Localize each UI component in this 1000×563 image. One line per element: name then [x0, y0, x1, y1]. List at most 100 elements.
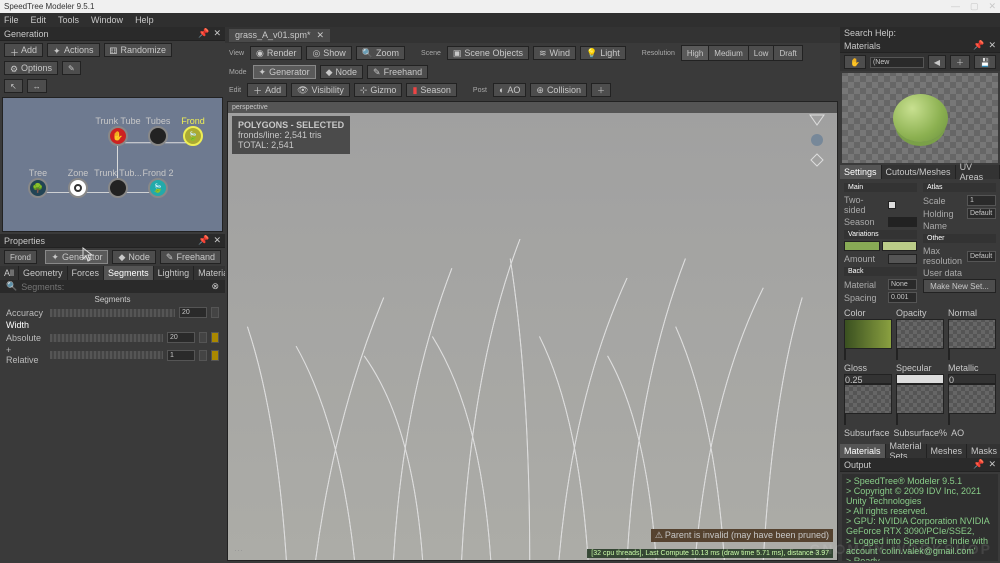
frond-select[interactable]: Frond — [4, 250, 37, 264]
mat-save[interactable]: 💾 — [974, 55, 996, 69]
spec-check[interactable] — [896, 413, 898, 425]
pin-icon[interactable]: 📌 — [973, 459, 984, 470]
show-button[interactable]: ◎Show — [306, 46, 351, 60]
mat-add[interactable]: ＋ — [950, 55, 970, 69]
scene-objects-button[interactable]: ▣Scene Objects — [447, 46, 529, 60]
panel-close-icon[interactable]: ✕ — [213, 28, 221, 39]
back-material[interactable]: None — [888, 279, 917, 290]
relative-value[interactable]: 1 — [167, 350, 195, 361]
node-tree[interactable]: 🌳 — [28, 178, 48, 198]
post-more[interactable]: ＋ — [591, 83, 611, 97]
node-graph[interactable]: Trunk Tube✋ Tubes Frond🍃 Tree🌳 Zone Trun… — [2, 97, 223, 232]
make-new-set[interactable]: Make New Set... — [923, 279, 996, 293]
accuracy-value[interactable]: 20 — [179, 307, 207, 318]
pin-icon[interactable]: 📌 — [198, 235, 209, 246]
mtab-uv[interactable]: UV Areas — [956, 165, 1000, 179]
hand-tool[interactable]: ✋ — [844, 55, 866, 69]
arrow-tool[interactable]: ↖ — [4, 79, 23, 93]
absolute-slider[interactable] — [50, 334, 163, 342]
back-spacing[interactable]: 0.001 — [888, 292, 917, 303]
add-button[interactable]: ＋Add — [4, 43, 43, 57]
opacity-map[interactable] — [896, 319, 944, 349]
post-collision[interactable]: ⊕Collision — [530, 83, 587, 97]
mode-freehand[interactable]: ✎Freehand — [367, 65, 428, 79]
minimize-icon[interactable]: — — [951, 1, 960, 12]
edit-visibility[interactable]: 👁Visibility — [291, 83, 350, 97]
node-frond[interactable]: 🍃 — [183, 126, 203, 146]
view-gizmo[interactable] — [805, 110, 829, 170]
actions-button[interactable]: ✦Actions — [47, 43, 100, 57]
tab-segments[interactable]: Segments — [104, 266, 154, 280]
maxres-field[interactable]: Default — [967, 251, 996, 262]
node-zone[interactable] — [68, 178, 88, 198]
node-trunk-tube[interactable]: ✋ — [108, 126, 128, 146]
mtab-cutouts[interactable]: Cutouts/Meshes — [882, 165, 956, 179]
btab-matsets[interactable]: Material Sets — [886, 444, 927, 458]
brush-button[interactable]: ✎ — [62, 61, 81, 75]
property-search[interactable] — [21, 282, 207, 292]
season-swatch[interactable] — [888, 217, 917, 227]
tab-close-icon[interactable]: ✕ — [317, 30, 325, 41]
generator-mode[interactable]: ✦ Generator — [45, 250, 108, 264]
light-button[interactable]: 💡Light — [580, 46, 626, 60]
panel-close-icon[interactable]: ✕ — [988, 459, 996, 470]
clear-icon[interactable]: ⊗ — [211, 281, 219, 292]
relative-slider[interactable] — [50, 351, 163, 359]
menu-tools[interactable]: Tools — [58, 15, 79, 25]
res-medium[interactable]: Medium — [709, 46, 748, 60]
menu-file[interactable]: File — [4, 15, 19, 25]
metal-map[interactable] — [948, 384, 996, 414]
btab-meshes[interactable]: Meshes — [927, 444, 968, 458]
panel-close-icon[interactable]: ✕ — [988, 40, 996, 51]
atlas-scale[interactable]: 1 — [967, 195, 996, 206]
atlas-holding[interactable]: Default — [967, 208, 996, 219]
edit-season[interactable]: ▮Season — [406, 83, 456, 97]
mtab-settings[interactable]: Settings — [840, 165, 882, 179]
spec-val[interactable] — [896, 374, 944, 384]
metal-val[interactable]: 0 — [948, 374, 996, 384]
maximize-icon[interactable]: ▢ — [970, 1, 979, 12]
color-map[interactable] — [844, 319, 892, 349]
color-check[interactable] — [844, 348, 846, 360]
file-tab[interactable]: grass_A_v01.spm* ✕ — [229, 29, 330, 42]
post-ao[interactable]: ◐AO — [493, 83, 526, 97]
node-tubes[interactable] — [148, 126, 168, 146]
options-button[interactable]: ⚙Options — [4, 61, 58, 75]
node-mode[interactable]: ◆ Node — [112, 250, 155, 264]
stepper[interactable] — [211, 307, 219, 318]
mode-node[interactable]: ◆Node — [320, 65, 363, 79]
curve-icon[interactable] — [211, 350, 219, 361]
spec-map[interactable] — [896, 384, 944, 414]
accuracy-slider[interactable] — [50, 309, 175, 317]
menu-window[interactable]: Window — [91, 15, 123, 25]
btab-masks[interactable]: Masks — [967, 444, 1000, 458]
tab-lighting[interactable]: Lighting — [154, 266, 195, 280]
close-icon[interactable]: ✕ — [988, 1, 996, 12]
freehand-mode[interactable]: ✎ Freehand — [160, 250, 221, 264]
menu-help[interactable]: Help — [135, 15, 154, 25]
edit-gizmo[interactable]: ⊹Gizmo — [354, 83, 403, 97]
gloss-map[interactable] — [844, 384, 892, 414]
zoom-button[interactable]: 🔍Zoom — [356, 46, 405, 60]
material-set-select[interactable]: (New — [870, 57, 924, 68]
edit-add[interactable]: ＋Add — [247, 83, 287, 97]
btab-materials[interactable]: Materials — [840, 444, 886, 458]
normal-map[interactable] — [948, 319, 996, 349]
res-draft[interactable]: Draft — [774, 46, 801, 60]
metal-check[interactable] — [948, 413, 950, 425]
viewport-menu-icon[interactable]: ⋯ — [234, 545, 243, 556]
var-swatch-2[interactable] — [882, 241, 918, 251]
tab-geometry[interactable]: Geometry — [19, 266, 68, 280]
viewport-3d[interactable]: perspective POLYGONS - SELECTED fronds/l… — [227, 101, 838, 561]
res-low[interactable]: Low — [749, 46, 775, 60]
node-trunk-tub[interactable] — [108, 178, 128, 198]
var-swatch-1[interactable] — [844, 241, 880, 251]
pin-icon[interactable]: 📌 — [973, 40, 984, 51]
gloss-val[interactable]: 0.25 — [844, 374, 892, 384]
mode-generator[interactable]: ✦Generator — [253, 65, 316, 79]
wind-button[interactable]: ≋Wind — [533, 46, 576, 60]
curve-icon[interactable] — [211, 332, 219, 343]
tab-forces[interactable]: Forces — [68, 266, 105, 280]
render-button[interactable]: ◉Render — [250, 46, 302, 60]
tab-all[interactable]: All — [0, 266, 19, 280]
